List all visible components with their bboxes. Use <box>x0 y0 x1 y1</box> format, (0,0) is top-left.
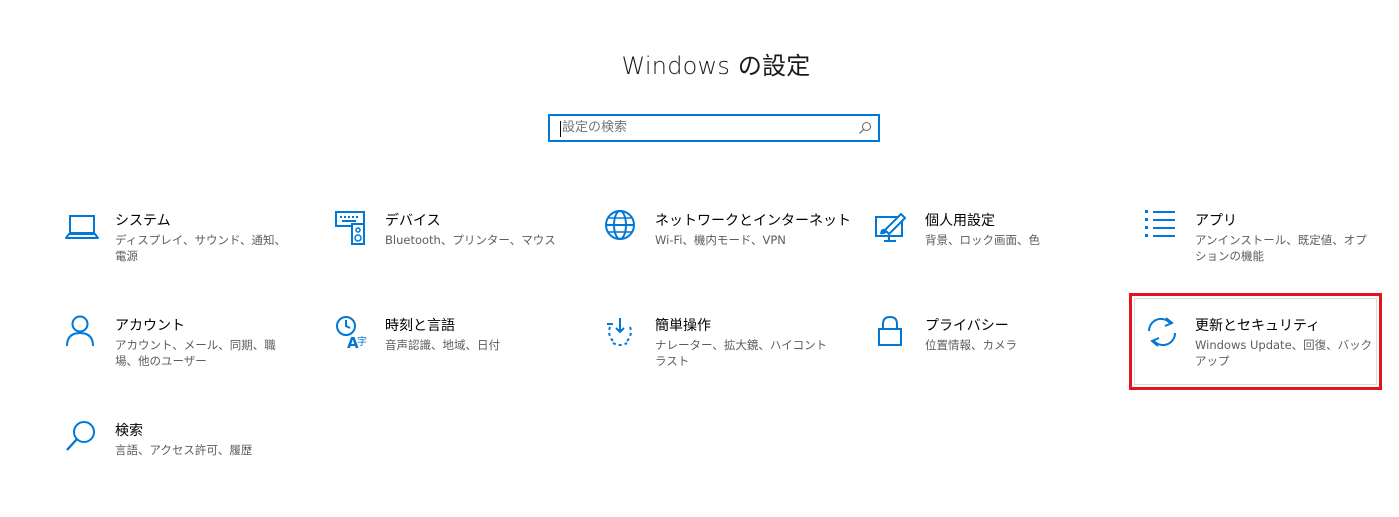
tile-description: 背景、ロック画面、色 <box>925 233 1040 247</box>
tile-description: 位置情報、カメラ <box>925 338 1017 352</box>
keyboard-speaker-icon <box>335 210 371 246</box>
tile-accounts[interactable]: アカウント アカウント、メール、同期、職場、他のユーザー <box>65 315 315 385</box>
tile-update-security[interactable]: 更新とセキュリティ Windows Update、回復、バックアップ <box>1145 315 1395 385</box>
tile-description: Bluetooth、プリンター、マウス <box>385 233 556 247</box>
time-language-icon: A 字 <box>335 315 371 351</box>
tile-description: 言語、アクセス許可、履歴 <box>115 443 253 457</box>
tile-apps[interactable]: アプリ アンインストール、既定値、オプションの機能 <box>1145 210 1395 280</box>
search-icon[interactable] <box>858 121 872 135</box>
tile-title: 検索 <box>115 423 143 439</box>
ease-of-access-icon <box>605 315 641 351</box>
laptop-icon <box>65 210 101 246</box>
tile-title: アカウント <box>115 318 185 334</box>
tile-description: Windows Update、回復、バックアップ <box>1195 338 1373 368</box>
search-icon <box>65 420 101 456</box>
paint-monitor-icon <box>875 210 911 246</box>
svg-text:字: 字 <box>357 335 367 348</box>
tile-title: 個人用設定 <box>925 213 995 229</box>
tile-ease-of-access[interactable]: 簡単操作 ナレーター、拡大鏡、ハイコントラスト <box>605 315 855 385</box>
settings-search-box[interactable] <box>548 114 880 142</box>
tile-description: ナレーター、拡大鏡、ハイコントラスト <box>655 338 828 368</box>
person-icon <box>65 315 101 351</box>
tile-devices[interactable]: デバイス Bluetooth、プリンター、マウス <box>335 210 585 280</box>
tile-title: アプリ <box>1195 213 1237 229</box>
update-sync-icon <box>1145 315 1181 351</box>
tile-network[interactable]: ネットワークとインターネット Wi-Fi、機内モード、VPN <box>605 210 855 280</box>
lock-icon <box>875 315 911 351</box>
tile-description: 音声認識、地域、日付 <box>385 338 500 352</box>
tile-title: 更新とセキュリティ <box>1195 318 1321 334</box>
app-list-icon <box>1145 210 1181 246</box>
tile-title: プライバシー <box>925 318 1009 334</box>
tile-description: アンインストール、既定値、オプションの機能 <box>1195 233 1367 263</box>
tile-title: デバイス <box>385 213 441 229</box>
tile-personalization[interactable]: 個人用設定 背景、ロック画面、色 <box>875 210 1125 280</box>
tile-title: 簡単操作 <box>655 318 711 334</box>
tile-description: Wi-Fi、機内モード、VPN <box>655 233 786 247</box>
tile-system[interactable]: システム ディスプレイ、サウンド、通知、電源 <box>65 210 315 280</box>
page-title: Windows の設定 <box>621 52 811 80</box>
tile-time-language[interactable]: A 字 時刻と言語 音声認識、地域、日付 <box>335 315 585 385</box>
tile-search[interactable]: 検索 言語、アクセス許可、履歴 <box>65 420 315 490</box>
tile-title: ネットワークとインターネット <box>655 213 851 229</box>
tile-description: ディスプレイ、サウンド、通知、電源 <box>115 233 287 263</box>
tile-description: アカウント、メール、同期、職場、他のユーザー <box>115 338 276 368</box>
globe-icon <box>605 210 641 246</box>
tile-privacy[interactable]: プライバシー 位置情報、カメラ <box>875 315 1125 385</box>
tile-title: システム <box>115 213 171 229</box>
text-caret <box>560 121 561 137</box>
search-input[interactable] <box>562 120 842 135</box>
tile-title: 時刻と言語 <box>385 318 455 334</box>
